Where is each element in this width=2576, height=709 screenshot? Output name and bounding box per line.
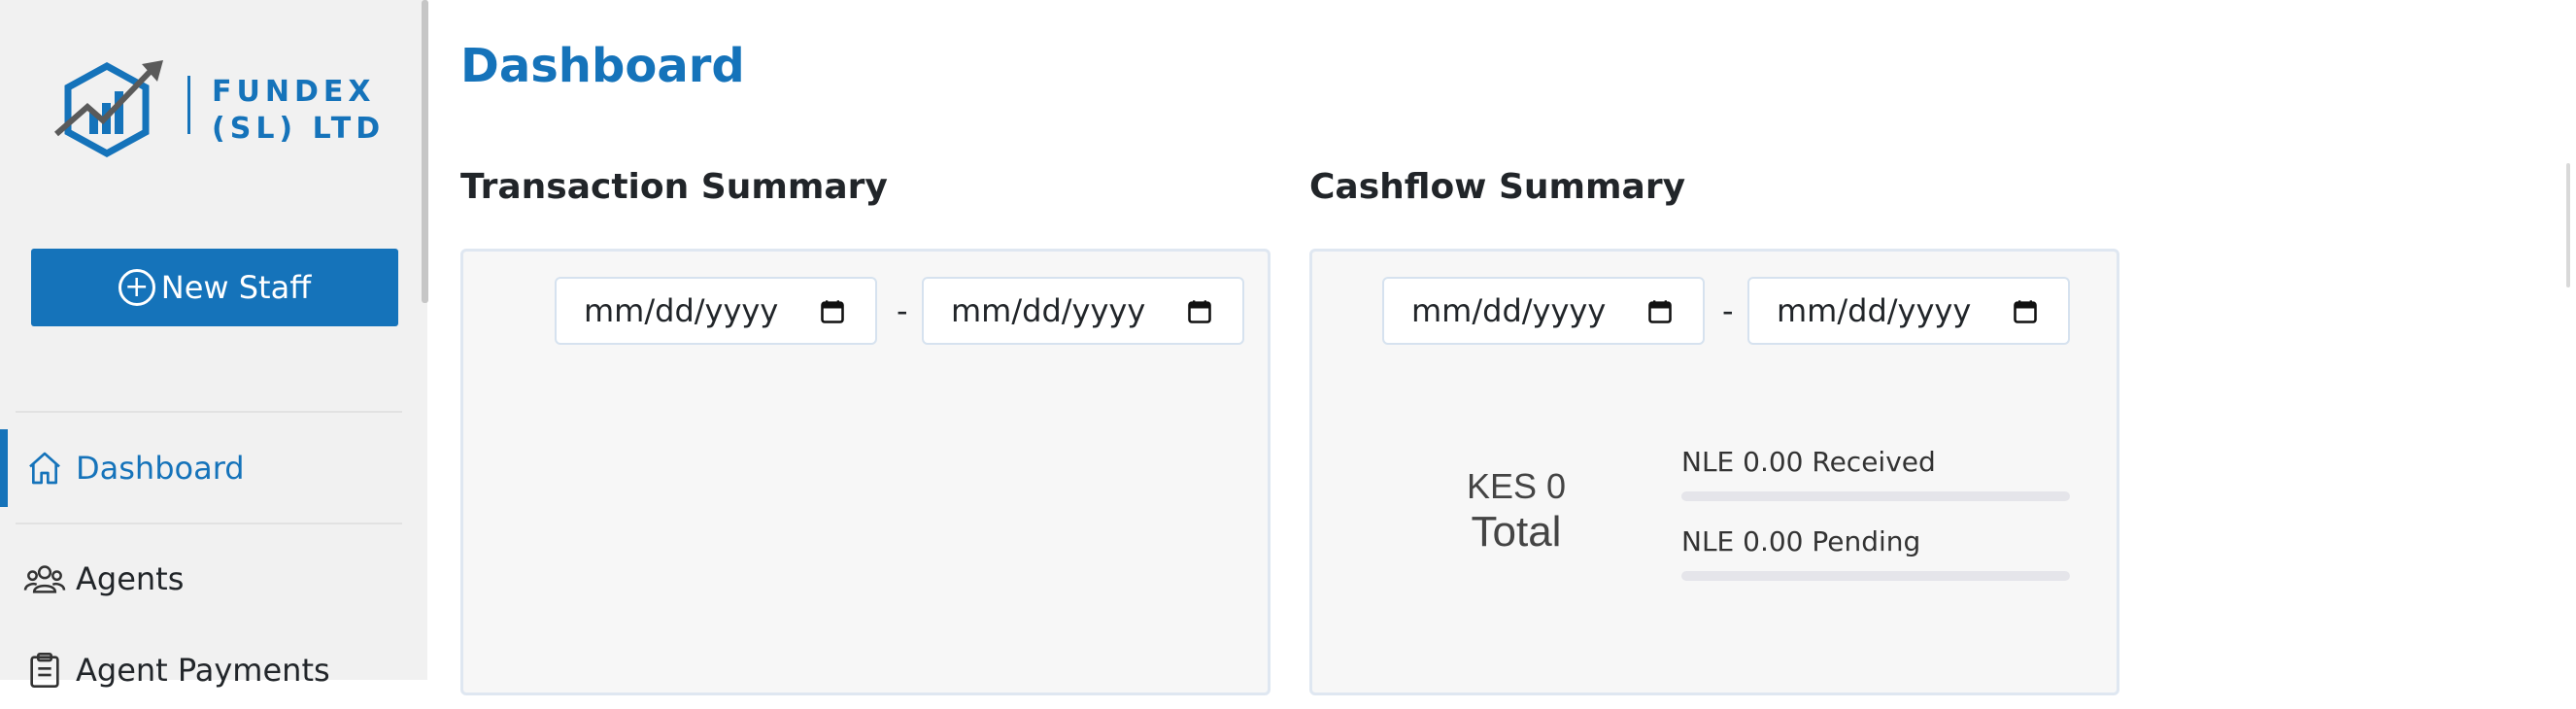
cashflow-date-from-input[interactable]: mm/dd/yyyy	[1382, 277, 1705, 345]
pending-label: NLE 0.00 Pending	[1681, 525, 1921, 557]
plus-circle-icon: +	[118, 269, 155, 306]
sidebar-item-dashboard[interactable]: Dashboard	[0, 429, 408, 507]
sidebar-item-label: Dashboard	[76, 450, 245, 487]
page-scrollbar[interactable]	[2566, 163, 2570, 287]
received-progress-bar	[1681, 491, 2070, 501]
cashflow-date-to-input[interactable]: mm/dd/yyyy	[1747, 277, 2070, 345]
logo-emblem-icon	[54, 60, 163, 157]
sidebar-item-agents[interactable]: Agents	[0, 540, 408, 618]
users-icon	[23, 557, 66, 600]
transaction-date-from-input[interactable]: mm/dd/yyyy	[555, 277, 877, 345]
total-amount: KES 0	[1466, 466, 1567, 506]
transaction-summary-card: mm/dd/yyyy - mm/dd/yyyy	[460, 249, 1271, 695]
company-name-line2: (SL) LTD	[212, 112, 386, 146]
date-range-separator: -	[897, 292, 908, 329]
cashflow-summary-card: mm/dd/yyyy - mm/dd/yyyy KES 0 Total NLE …	[1309, 249, 2119, 695]
transaction-summary-title: Transaction Summary	[460, 167, 888, 207]
sidebar: FUNDEX (SL) LTD + New Staff Dashboard Ag…	[0, 0, 428, 689]
company-name-line1: FUNDEX	[212, 75, 376, 109]
date-placeholder: mm/dd/yyyy	[1777, 292, 1972, 329]
total-label: Total	[1471, 508, 1562, 556]
date-placeholder: mm/dd/yyyy	[951, 292, 1146, 329]
calendar-icon[interactable]	[2012, 298, 2039, 325]
pending-stat: NLE 0.00 Pending	[1681, 525, 2070, 581]
pending-progress-bar	[1681, 571, 2070, 581]
company-name: FUNDEX (SL) LTD	[212, 74, 385, 148]
date-range-separator: -	[1722, 292, 1734, 329]
page-title: Dashboard	[460, 39, 745, 93]
cashflow-total: KES 0 Total	[1390, 465, 1643, 557]
calendar-icon[interactable]	[1186, 298, 1213, 325]
date-placeholder: mm/dd/yyyy	[1411, 292, 1607, 329]
date-placeholder: mm/dd/yyyy	[584, 292, 779, 329]
sidebar-divider	[16, 411, 402, 413]
new-staff-label: New Staff	[160, 269, 312, 306]
received-label: NLE 0.00 Received	[1681, 446, 1936, 478]
calendar-icon[interactable]	[819, 298, 846, 325]
company-logo: FUNDEX (SL) LTD	[49, 56, 389, 163]
sidebar-item-label: Agent Payments	[76, 652, 330, 689]
sidebar-item-label: Agents	[76, 560, 185, 597]
cashflow-summary-title: Cashflow Summary	[1309, 167, 1686, 207]
sidebar-divider	[16, 523, 402, 524]
new-staff-button[interactable]: + New Staff	[31, 249, 398, 326]
transaction-date-to-input[interactable]: mm/dd/yyyy	[922, 277, 1244, 345]
sidebar-item-agent-payments[interactable]: Agent Payments	[0, 631, 408, 709]
clipboard-icon	[23, 649, 66, 692]
logo-divider	[187, 76, 190, 134]
calendar-icon[interactable]	[1646, 298, 1674, 325]
home-icon	[23, 447, 66, 490]
received-stat: NLE 0.00 Received	[1681, 446, 2070, 501]
sidebar-scrollbar[interactable]	[422, 0, 428, 303]
